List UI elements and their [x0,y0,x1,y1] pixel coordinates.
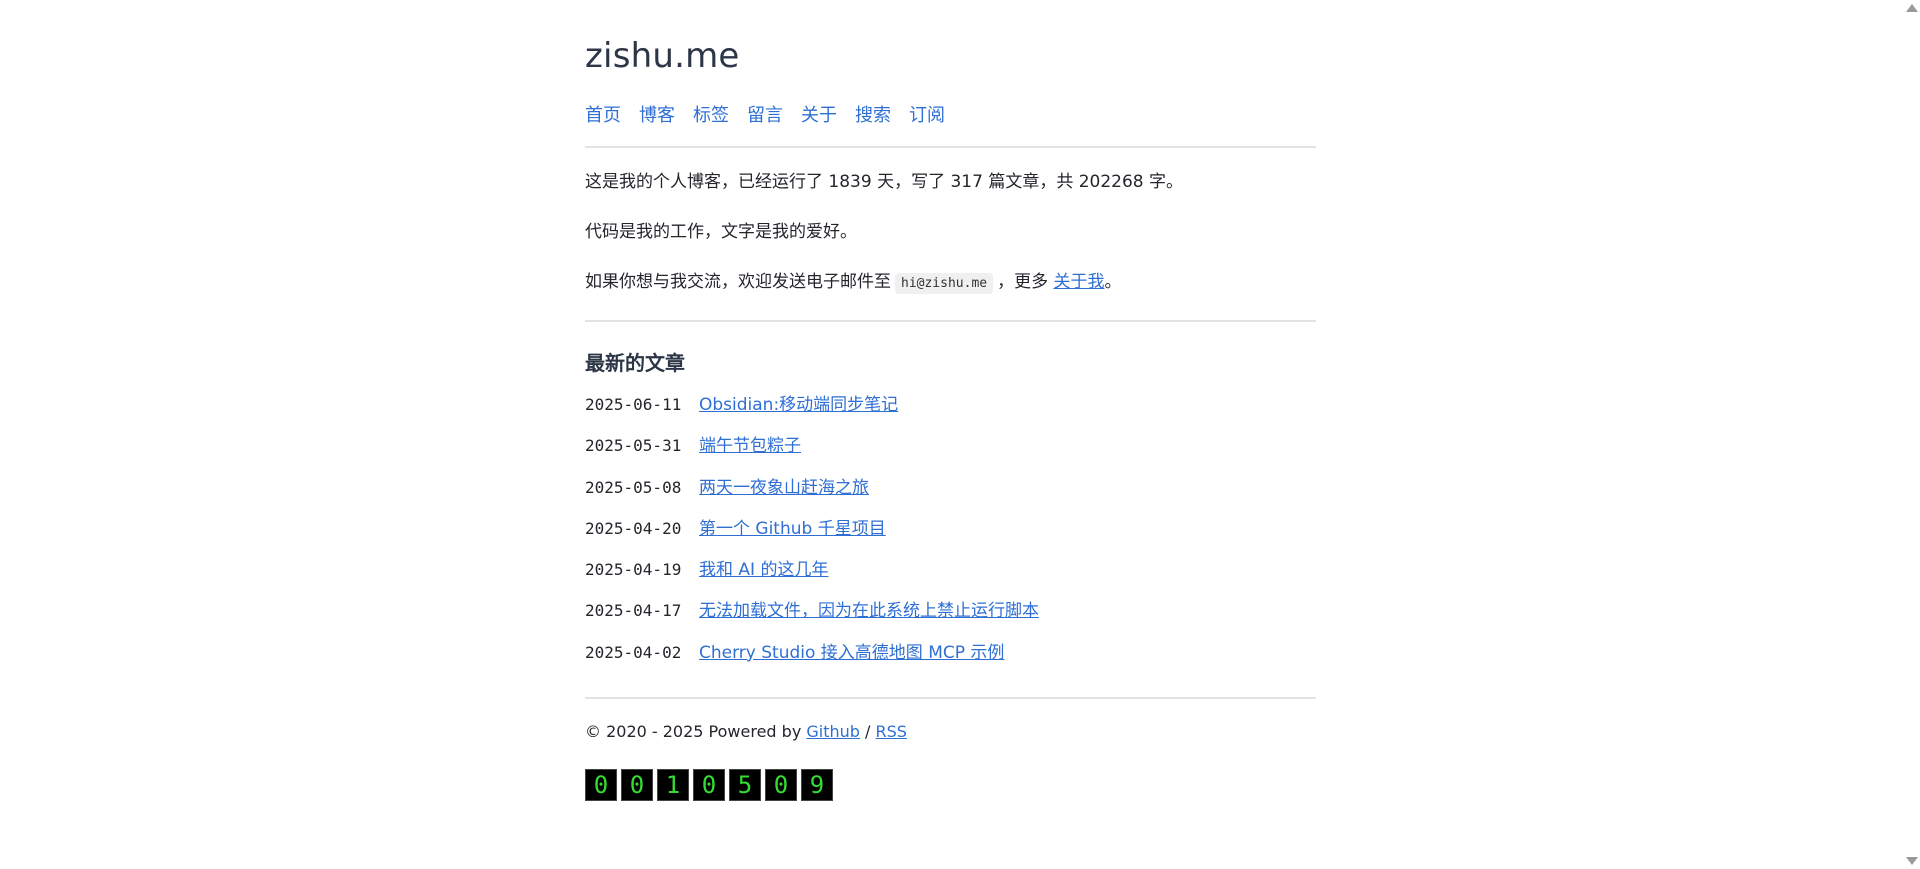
intro-hobby-text: 代码是我的工作，文字是我的爱好。 [585,222,857,242]
list-item: 2025-05-08 两天一夜象山赶海之旅 [585,477,1316,518]
post-link[interactable]: 端午节包粽子 [699,435,801,457]
latest-posts-list: 2025-06-11 Obsidian:移动端同步笔记 2025-05-31 端… [585,394,1316,683]
main-content: zishu.me 首页 博客 标签 留言 关于 搜索 订阅 这是我的个人博客，已… [585,0,1316,802]
copyright-text: © 2020 - 2025 Powered by [585,722,802,742]
list-item: 2025-04-19 我和 AI 的这几年 [585,559,1316,600]
list-item: 2025-04-17 无法加载文件，因为在此系统上禁止运行脚本 [585,600,1316,641]
scroll-up-arrow-icon[interactable] [1906,4,1918,12]
nav-item-about[interactable]: 关于 [801,104,837,128]
post-link[interactable]: Obsidian:移动端同步笔记 [699,394,898,416]
counter-digit: 0 [621,769,653,802]
counter-digit: 9 [801,769,833,802]
nav-item-guestbook[interactable]: 留言 [747,104,783,128]
intro-contact-text: 如果你想与我交流，欢迎发送电子邮件至 hi@zishu.me ，更多 关于我。 [585,270,1316,296]
post-date: 2025-04-20 [585,518,682,538]
github-link[interactable]: Github [806,722,860,741]
visitor-counter: 0 0 1 0 5 0 9 [585,769,1316,802]
list-item: 2025-05-31 端午节包粽子 [585,435,1316,476]
counter-digit: 5 [729,769,761,802]
post-link[interactable]: Cherry Studio 接入高德地图 MCP 示例 [699,642,1004,664]
counter-digit: 0 [585,769,617,802]
footer-separator: / [865,722,871,742]
contact-prefix: 如果你想与我交流，欢迎发送电子邮件至 [585,272,891,292]
list-item: 2025-04-02 Cherry Studio 接入高德地图 MCP 示例 [585,642,1316,683]
nav-item-blog[interactable]: 博客 [639,104,675,128]
post-link[interactable]: 两天一夜象山赶海之旅 [699,477,869,499]
divider [585,146,1316,148]
contact-middle: ，更多 [997,272,1049,292]
about-me-link[interactable]: 关于我 [1054,272,1105,292]
post-date: 2025-04-17 [585,601,682,621]
divider [585,320,1316,322]
email-address: hi@zishu.me [895,273,994,294]
post-date: 2025-04-19 [585,560,682,580]
main-nav: 首页 博客 标签 留言 关于 搜索 订阅 [585,104,1316,128]
page: zishu.me 首页 博客 标签 留言 关于 搜索 订阅 这是我的个人博客，已… [0,0,1920,869]
counter-digit: 0 [693,769,725,802]
footer: © 2020 - 2025 Powered by Github / RSS [585,721,1316,743]
post-date: 2025-05-31 [585,436,682,456]
intro-stats-text: 这是我的个人博客，已经运行了 1839 天，写了 317 篇文章，共 20226… [585,172,1184,192]
nav-item-home[interactable]: 首页 [585,104,621,128]
site-title[interactable]: zishu.me [585,36,1316,76]
divider [585,697,1316,700]
contact-suffix: 。 [1104,272,1122,292]
list-item: 2025-06-11 Obsidian:移动端同步笔记 [585,394,1316,435]
post-date: 2025-05-08 [585,477,682,497]
counter-digit: 1 [657,769,689,802]
nav-item-tags[interactable]: 标签 [693,104,729,128]
counter-digit: 0 [765,769,797,802]
post-link[interactable]: 第一个 Github 千星项目 [699,518,886,540]
latest-posts-heading: 最新的文章 [585,351,685,375]
post-link[interactable]: 我和 AI 的这几年 [699,559,828,581]
post-date: 2025-06-11 [585,395,682,414]
post-date: 2025-04-02 [585,642,682,662]
post-link[interactable]: 无法加载文件，因为在此系统上禁止运行脚本 [699,600,1039,622]
nav-item-subscribe[interactable]: 订阅 [909,104,945,128]
list-item: 2025-04-20 第一个 Github 千星项目 [585,518,1316,559]
intro-section: 这是我的个人博客，已经运行了 1839 天，写了 317 篇文章，共 20226… [585,170,1316,296]
nav-item-search[interactable]: 搜索 [855,104,891,128]
rss-link[interactable]: RSS [876,722,907,741]
scroll-down-arrow-icon[interactable] [1906,857,1918,865]
